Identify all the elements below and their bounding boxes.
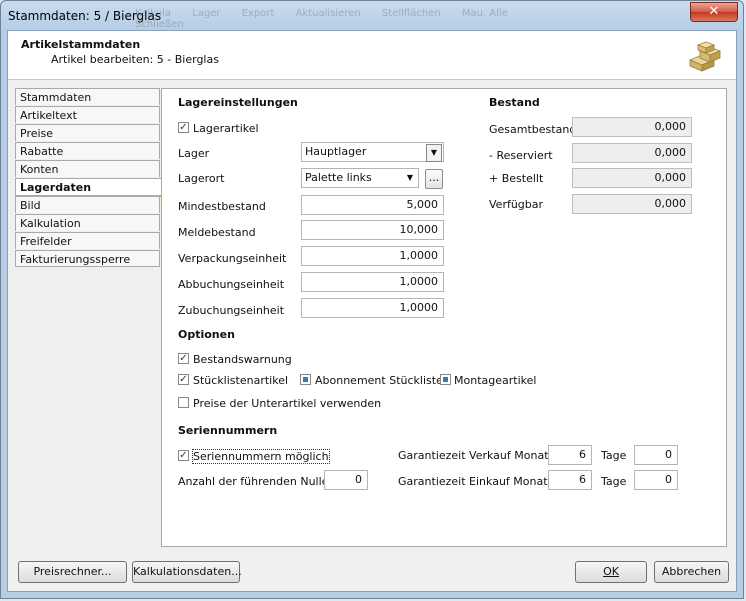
bestandswarnung-checkbox[interactable]: ✓: [178, 353, 189, 364]
bestellt-field: 0,000: [572, 168, 692, 188]
stuecklistenartikel-checkbox[interactable]: ✓: [178, 374, 189, 385]
nav-item-fakturierungssperre[interactable]: Fakturierungssperre: [15, 250, 160, 267]
nav-item-stammdaten[interactable]: Stammdaten: [15, 88, 160, 105]
chevron-down-icon: ▼: [406, 173, 414, 182]
abbuchungseinheit-field[interactable]: 1,0000: [301, 272, 444, 292]
unterartikel-checkbox[interactable]: [178, 397, 189, 408]
category-nav: Stammdaten Artikeltext Preise Rabatte Ko…: [15, 88, 162, 546]
seriennummern-label: Seriennummern möglich: [192, 449, 330, 464]
nav-item-preise[interactable]: Preise: [15, 124, 160, 141]
lagerort-label: Lagerort: [178, 172, 225, 185]
garantie-verkauf-monate-field[interactable]: 6: [548, 445, 592, 465]
meldebestand-field[interactable]: 10,000: [301, 220, 444, 240]
lagerartikel-label: Lagerartikel: [193, 122, 259, 135]
nav-item-artikeltext[interactable]: Artikeltext: [15, 106, 160, 123]
montageartikel-checkbox[interactable]: [440, 374, 451, 385]
boxes-icon: [688, 41, 722, 72]
abonnement-checkbox[interactable]: [300, 374, 311, 385]
verpackungseinheit-label: Verpackungseinheit: [178, 252, 287, 265]
section-lagereinstellungen: Lagereinstellungen: [178, 96, 298, 109]
lagerort-value: Palette links: [305, 171, 372, 184]
preisrechner-button[interactable]: Preisrechner...: [18, 561, 127, 583]
fuehrende-nullen-field[interactable]: 0: [324, 470, 368, 490]
ok-button[interactable]: OK: [575, 561, 647, 583]
section-bestand: Bestand: [489, 96, 540, 109]
unterartikel-label: Preise der Unterartikel verwenden: [193, 397, 382, 410]
ghost-item: Stellflächen: [381, 8, 441, 19]
lager-label: Lager: [178, 147, 210, 160]
reserviert-field: 0,000: [572, 143, 692, 163]
lagerort-select[interactable]: Palette links ▼: [301, 168, 419, 188]
lager-select[interactable]: Hauptlager ▼: [301, 142, 444, 162]
nav-item-konten[interactable]: Konten: [15, 160, 160, 177]
header-subtitle: Artikel bearbeiten: 5 - Bierglas: [51, 53, 219, 66]
kalkulationsdaten-button[interactable]: Kalkulationsdaten...: [132, 561, 242, 583]
abonnement-label: Abonnement Stückliste: [315, 374, 443, 387]
nav-item-rabatte[interactable]: Rabatte: [15, 142, 160, 159]
zubuchungseinheit-field[interactable]: 1,0000: [301, 298, 444, 318]
garantie-einkauf-tage-field[interactable]: 0: [634, 470, 678, 490]
verfuegbar-label: Verfügbar: [489, 198, 544, 211]
abbrechen-button[interactable]: Abbrechen: [654, 561, 729, 583]
lager-value: Hauptlager: [305, 145, 367, 158]
bestandswarnung-label: Bestandswarnung: [193, 353, 292, 366]
einkauf-tage-label: Tage: [601, 475, 627, 488]
fuehrende-nullen-label: Anzahl der führenden Nullen: [178, 475, 336, 488]
ghost-item: Kalkula: [135, 8, 172, 19]
nav-item-lagerdaten[interactable]: Lagerdaten: [15, 178, 162, 197]
verkauf-tage-label: Tage: [601, 449, 627, 462]
nav-item-bild[interactable]: Bild: [15, 196, 160, 213]
seriennummern-checkbox[interactable]: ✓: [178, 450, 189, 461]
ghost-item: Export: [241, 8, 275, 19]
header-title: Artikelstammdaten: [21, 38, 141, 51]
mindestbestand-label: Mindestbestand: [178, 200, 266, 213]
lagerartikel-checkbox[interactable]: ✓: [178, 122, 189, 133]
garantie-einkauf-label: Garantiezeit Einkauf Monate: [398, 475, 555, 488]
ghost-item: Aktualisieren: [295, 8, 361, 19]
montageartikel-label: Montageartikel: [454, 374, 537, 387]
close-button[interactable]: ✕: [690, 2, 738, 22]
ghost-item: Schließen: [135, 19, 184, 30]
ghost-item: Lager: [192, 8, 221, 19]
lagerort-browse-button[interactable]: ...: [425, 169, 443, 189]
nav-item-kalkulation[interactable]: Kalkulation: [15, 214, 160, 231]
reserviert-label: - Reserviert: [489, 149, 553, 162]
zubuchungseinheit-label: Zubuchungseinheit: [178, 304, 285, 317]
background-toolbar: Kalkula Lager Export Aktualisieren Stell…: [135, 8, 555, 32]
close-icon: ✕: [708, 4, 720, 19]
garantie-verkauf-tage-field[interactable]: 0: [634, 445, 678, 465]
section-optionen: Optionen: [178, 328, 235, 341]
gesamtbestand-label: Gesamtbestand: [489, 123, 577, 136]
ghost-item: Mau. Alle: [461, 8, 508, 19]
meldebestand-label: Meldebestand: [178, 226, 256, 239]
gesamtbestand-field: 0,000: [572, 117, 692, 137]
chevron-down-icon: ▼: [426, 144, 442, 162]
abbuchungseinheit-label: Abbuchungseinheit: [178, 278, 285, 291]
verpackungseinheit-field[interactable]: 1,0000: [301, 246, 444, 266]
nav-item-freifelder[interactable]: Freifelder: [15, 232, 160, 249]
garantie-einkauf-monate-field[interactable]: 6: [548, 470, 592, 490]
verfuegbar-field: 0,000: [572, 194, 692, 214]
bestellt-label: + Bestellt: [489, 172, 544, 185]
mindestbestand-field[interactable]: 5,000: [301, 195, 444, 215]
stuecklistenartikel-label: Stücklistenartikel: [193, 374, 289, 387]
section-seriennummern: Seriennummern: [178, 424, 278, 437]
garantie-verkauf-label: Garantiezeit Verkauf Monate: [398, 449, 556, 462]
